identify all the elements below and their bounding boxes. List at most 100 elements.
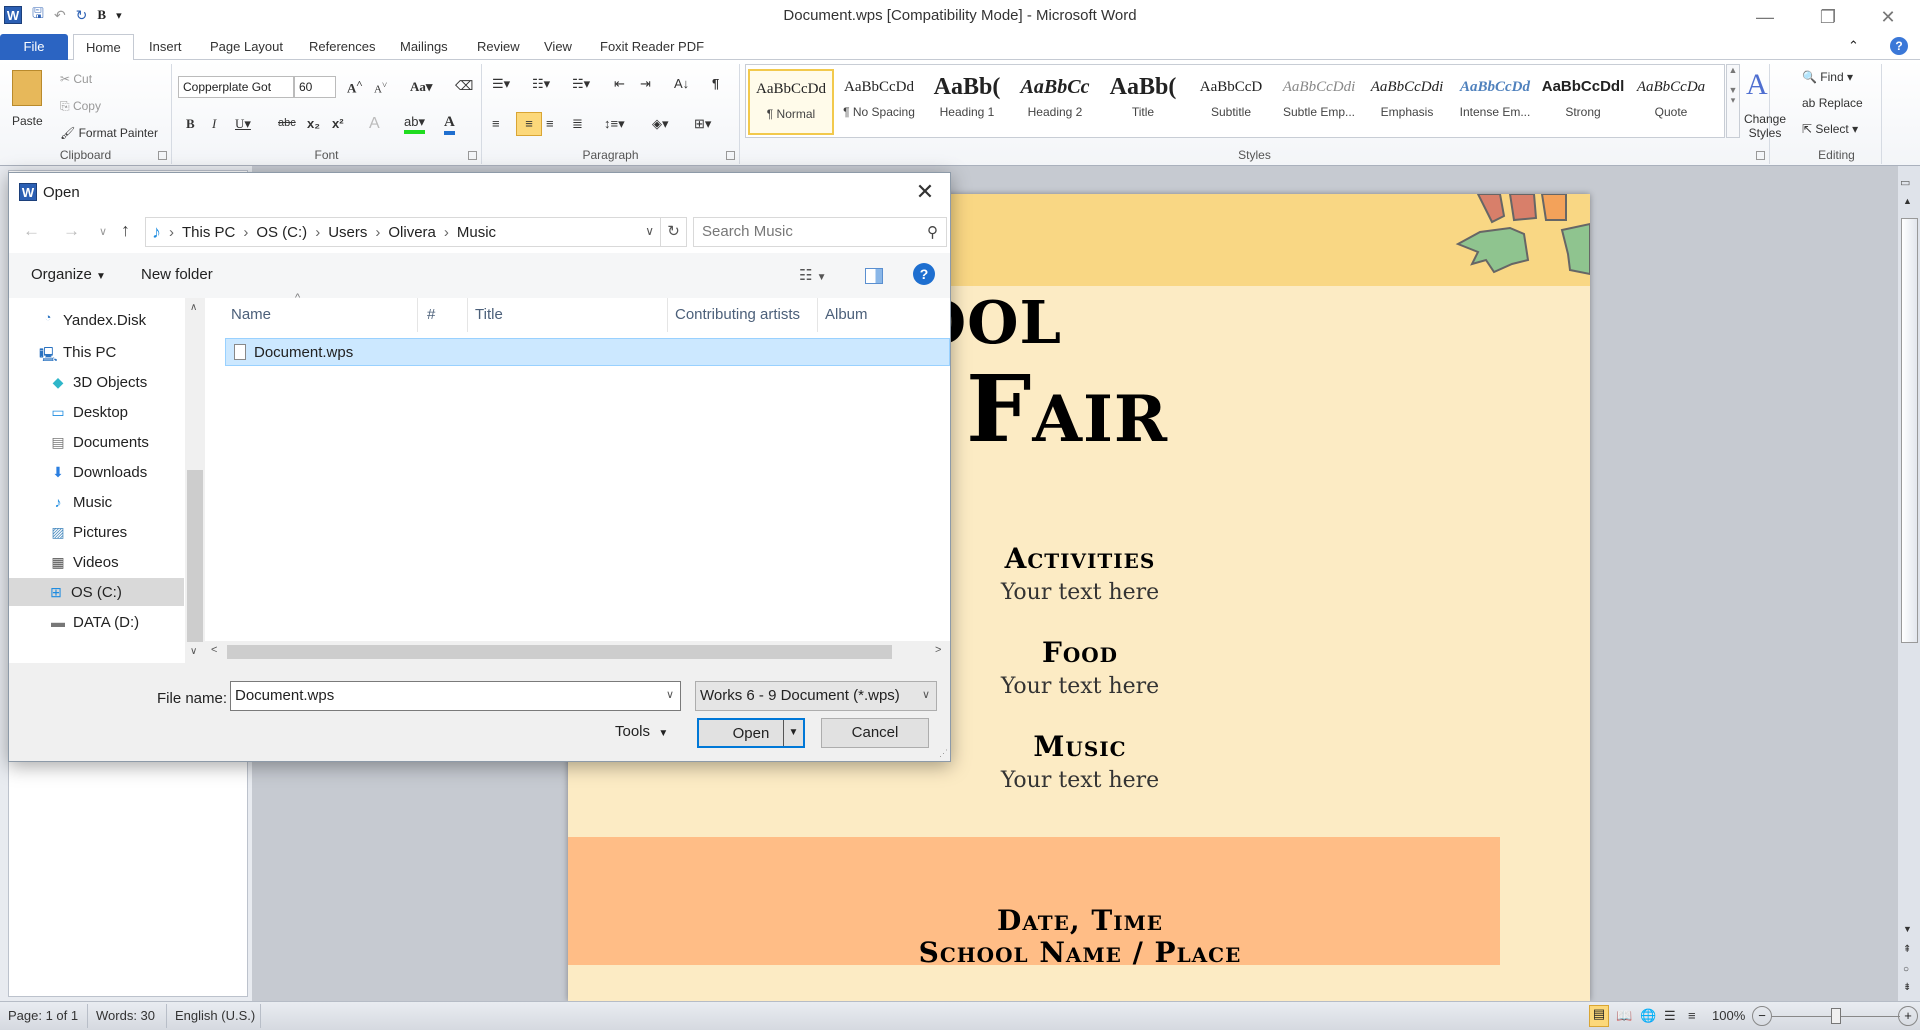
full-screen-reading-icon[interactable]: 📖 [1616,1008,1632,1024]
italic-icon[interactable]: I [212,116,216,132]
style-quote[interactable]: AaBbCcDa Quote [1628,69,1714,135]
font-size-combo[interactable]: 60 [294,76,336,98]
scroll-thumb[interactable] [227,645,892,659]
column-title[interactable]: Title [475,306,503,323]
minimize-button[interactable]: — [1735,0,1795,34]
address-dropdown-icon[interactable]: ∨ [645,224,654,238]
column-divider[interactable] [467,298,468,332]
navigation-tree-scrollbar[interactable]: ∧ ∨ [185,298,205,663]
replace-button[interactable]: ab Replace [1802,96,1863,110]
scroll-up-arrow[interactable]: ∧ [190,302,197,313]
back-button[interactable]: ← [23,221,40,241]
increase-indent-icon[interactable]: ⇥ [640,76,651,92]
style-normal[interactable]: AaBbCcDd ¶ Normal [748,69,834,135]
tab-foxit-reader-pdf[interactable]: Foxit Reader PDF [588,34,716,60]
nav-item-pictures[interactable]: ▨ Pictures [49,518,199,546]
select-button[interactable]: ⇱ Select ▾ [1802,122,1858,136]
column-divider[interactable] [417,298,418,332]
numbering-icon[interactable]: ☷▾ [532,76,550,92]
restore-button[interactable]: ❐ [1798,0,1858,34]
style-subtitle[interactable]: AaBbCcD Subtitle [1188,69,1274,135]
nav-item-yandex-disk[interactable]: ◔ Yandex.Disk [39,306,189,334]
paste-icon[interactable] [12,70,42,106]
file-list-horizontal-scrollbar[interactable]: < > [205,641,950,663]
style-no-spacing[interactable]: AaBbCcDd ¶ No Spacing [836,69,922,135]
preview-pane-icon[interactable] [865,268,883,284]
find-button[interactable]: 🔍 Find ▾ [1802,70,1853,84]
new-folder-button[interactable]: New folder [141,266,213,283]
bold-icon[interactable]: B [186,116,195,132]
browse-object-icon[interactable]: ○ [1903,964,1909,975]
scroll-thumb[interactable] [187,470,203,642]
align-center-icon[interactable]: ≡ [516,112,542,136]
change-view-icon[interactable]: ☷ ▼ [799,266,827,284]
word-count[interactable]: Words: 30 [96,1008,155,1023]
style-heading-1[interactable]: AaBb(Heading 1 [924,69,1010,135]
vertical-scrollbar[interactable]: ▭ ▲ ▼ ⇞ ○ ⇟ [1898,166,1920,1001]
file-name-input[interactable]: Document.wps ∨ [230,681,681,711]
web-layout-icon[interactable]: 🌐 [1640,1008,1656,1024]
nav-item-3d-objects[interactable]: ◆ 3D Objects [49,368,199,396]
ruler-toggle-icon[interactable]: ▭ [1900,176,1910,189]
nav-item-os-c[interactable]: ⊞ OS (C:) [9,578,184,606]
next-page-icon[interactable]: ⇟ [1903,982,1911,993]
show-formatting-icon[interactable]: ¶ [712,76,719,91]
open-button[interactable]: Open ▼ [697,718,805,748]
paragraph-dialog-launcher[interactable] [726,151,735,160]
refresh-icon[interactable]: ↻ [660,218,686,246]
zoom-slider-thumb[interactable] [1831,1008,1841,1024]
cancel-button[interactable]: Cancel [821,718,929,748]
breadcrumb-users[interactable]: Users [328,224,367,241]
language[interactable]: English (U.S.) [175,1008,255,1023]
file-row[interactable]: Document.wps [225,338,950,366]
text-effects-icon[interactable]: A [369,115,380,133]
scroll-down-arrow[interactable]: ▼ [1903,924,1912,934]
paste-button[interactable]: Paste [12,114,43,128]
font-name-combo[interactable]: Copperplate Got [178,76,294,98]
cut-button[interactable]: ✂ Cut [60,72,92,86]
tab-review[interactable]: Review [465,34,532,60]
scroll-left-arrow[interactable]: < [211,644,217,656]
align-right-icon[interactable]: ≡ [546,116,554,131]
open-dropdown-icon[interactable]: ▼ [783,720,803,746]
up-button[interactable]: ↑ [121,220,130,241]
justify-icon[interactable]: ≣ [572,116,583,132]
nav-item-music[interactable]: ♪ Music [49,488,199,516]
nav-item-this-pc[interactable]: 🖳 This PC [39,338,189,366]
file-type-select[interactable]: Works 6 - 9 Document (*.wps) ∨ [695,681,937,711]
help-icon[interactable]: ? [913,263,935,285]
bullets-icon[interactable]: ☰▾ [492,76,510,92]
breadcrumb-os-c[interactable]: OS (C:) [256,224,307,241]
tab-file[interactable]: File [0,34,68,60]
scroll-up-arrow[interactable]: ▲ [1903,196,1912,206]
tab-home[interactable]: Home [73,34,134,61]
outline-view-icon[interactable]: ☰ [1664,1008,1676,1024]
search-input[interactable]: Search Music ⚲ [693,217,947,247]
shading-icon[interactable]: ◈▾ [652,116,669,132]
nav-item-data-d[interactable]: ▬ DATA (D:) [49,608,199,636]
breadcrumb-this-pc[interactable]: This PC [182,224,235,241]
help-icon[interactable]: ? [1890,37,1908,55]
decrease-indent-icon[interactable]: ⇤ [614,76,625,92]
nav-item-desktop[interactable]: ▭ Desktop [49,398,199,426]
column-number[interactable]: # [427,306,435,323]
underline-icon[interactable]: U▾ [235,116,251,132]
file-name-dropdown-icon[interactable]: ∨ [666,688,674,701]
tab-page-layout[interactable]: Page Layout [198,34,295,60]
styles-dialog-launcher[interactable] [1756,151,1765,160]
tab-mailings[interactable]: Mailings [388,34,460,60]
zoom-level[interactable]: 100% [1712,1008,1745,1023]
tab-references[interactable]: References [297,34,387,60]
tools-button[interactable]: Tools ▼ [615,723,668,740]
style-strong[interactable]: AaBbCcDdl Strong [1540,69,1626,135]
change-styles-icon[interactable]: A [1746,68,1768,102]
change-case-icon[interactable]: Aa▾ [410,79,432,95]
borders-icon[interactable]: ⊞▾ [694,116,711,132]
address-bar[interactable]: ♪ › This PC › OS (C:) › Users › Olivera … [145,217,687,247]
style-emphasis[interactable]: AaBbCcDdi Emphasis [1364,69,1450,135]
draft-view-icon[interactable]: ≡ [1688,1008,1696,1023]
close-button[interactable]: ✕ [1858,0,1918,34]
minimize-ribbon-icon[interactable]: ⌃ [1848,38,1859,54]
style-heading-2[interactable]: AaBbCc Heading 2 [1012,69,1098,135]
zoom-in-button[interactable]: + [1898,1006,1918,1026]
